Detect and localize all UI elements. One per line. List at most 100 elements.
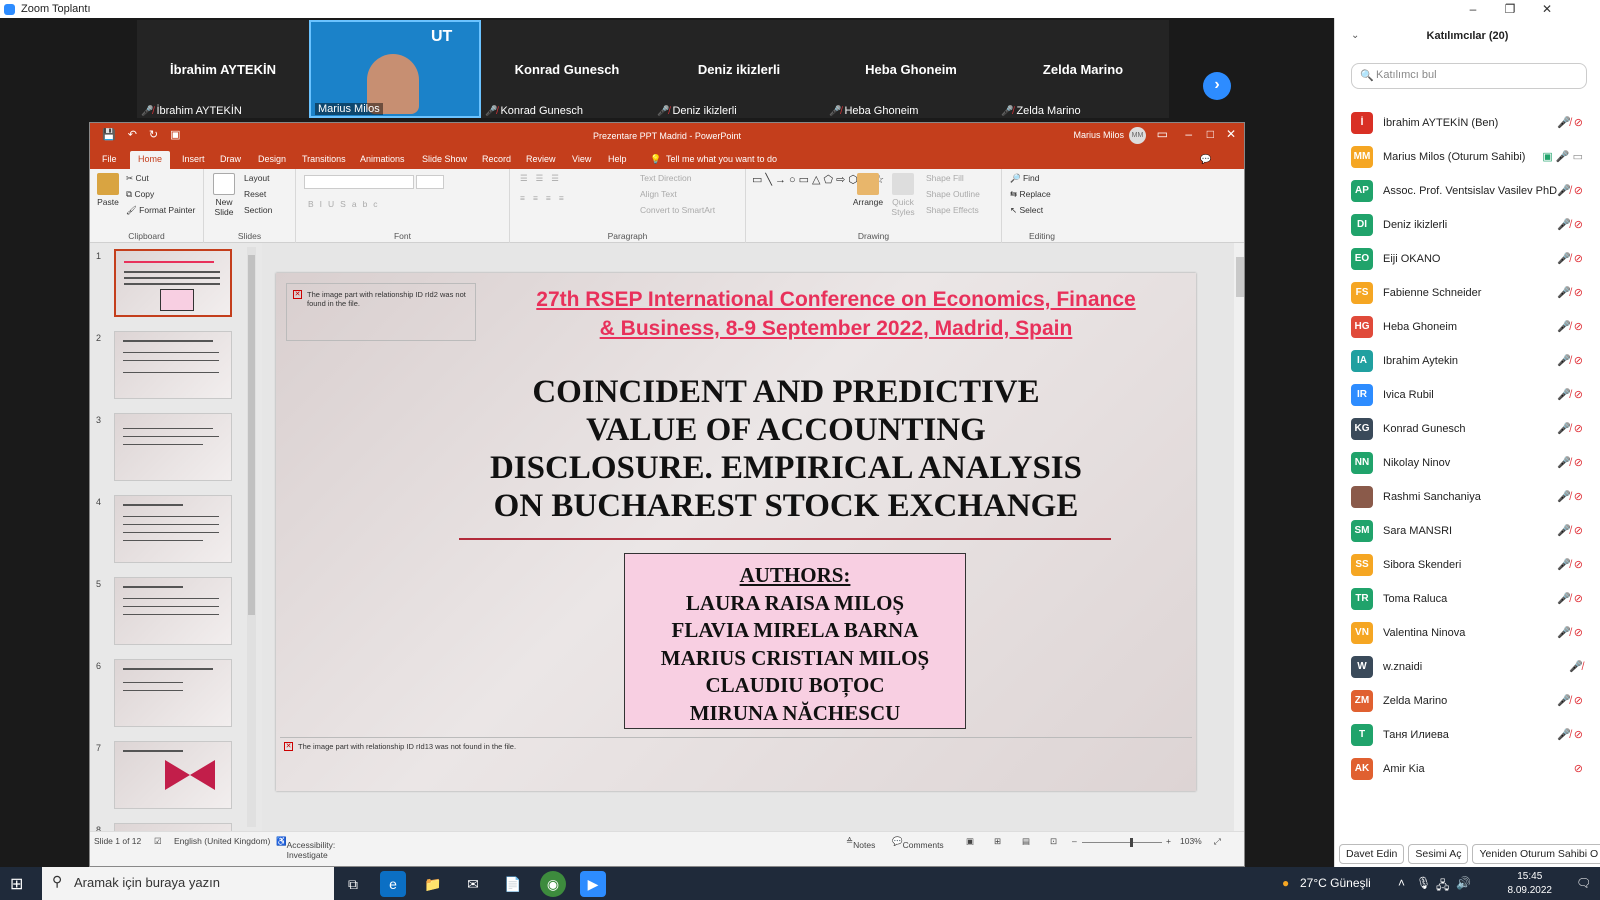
slide-thumbnail[interactable]: [114, 331, 232, 399]
participant-row[interactable]: SM Sara MANSRI 🎤̸ ⊘: [1351, 514, 1600, 548]
zoom-slider-thumb[interactable]: [1130, 838, 1133, 847]
weather-text[interactable]: 27°C Güneşli: [1300, 876, 1371, 890]
participant-row[interactable]: AK Amir Kia ⊘: [1351, 752, 1600, 786]
shape-effects-button[interactable]: Shape Effects: [926, 205, 979, 215]
participant-row[interactable]: IA Ibrahim Aytekin 🎤̸ ⊘: [1351, 344, 1600, 378]
participant-row[interactable]: İ İbrahim AYTEKİN (Ben) 🎤̸ ⊘: [1351, 106, 1600, 140]
participant-row[interactable]: Rashmi Sanchaniya 🎤̸ ⊘: [1351, 480, 1600, 514]
ppt-maximize-button[interactable]: □: [1207, 127, 1214, 141]
invite-button[interactable]: Davet Edin: [1339, 844, 1405, 864]
slide-thumbnail[interactable]: [114, 659, 232, 727]
task-view-icon[interactable]: ⧉: [340, 871, 366, 897]
video-tile-ibrahim[interactable]: İbrahim AYTEKİN 🎤̸ İbrahim AYTEKİN: [137, 20, 309, 118]
participant-row[interactable]: HG Heba Ghoneim 🎤̸ ⊘: [1351, 310, 1600, 344]
zoom-slider[interactable]: [1082, 838, 1162, 847]
reset-button[interactable]: Reset: [244, 189, 266, 199]
participant-row[interactable]: SS Sibora Skenderi 🎤̸ ⊘: [1351, 548, 1600, 582]
ppt-close-button[interactable]: ✕: [1226, 127, 1236, 141]
network-icon[interactable]: 🖧: [1436, 876, 1449, 897]
chrome-icon[interactable]: ◉: [540, 871, 566, 897]
tab-home[interactable]: Home: [130, 151, 171, 169]
ribbon-display-icon[interactable]: ▭: [1157, 127, 1168, 141]
notes-button[interactable]: ≙ Notes: [846, 836, 875, 850]
copy-button[interactable]: ⧉ Copy: [126, 189, 154, 200]
next-page-arrow-icon[interactable]: ›: [1203, 72, 1231, 100]
slide-thumbnail[interactable]: [114, 577, 232, 645]
participant-row[interactable]: TR Toma Raluca 🎤̸ ⊘: [1351, 582, 1600, 616]
participant-row[interactable]: T Таня Илиева 🎤̸ ⊘: [1351, 718, 1600, 752]
ppt-user-name[interactable]: Marius Milos: [1073, 130, 1124, 140]
arrange-button[interactable]: Arrange: [850, 173, 886, 207]
tab-file[interactable]: File: [102, 154, 117, 164]
paste-button[interactable]: Paste: [96, 173, 120, 207]
align-icons[interactable]: ≡≡≡≡: [520, 193, 572, 203]
minimize-button[interactable]: –: [1455, 0, 1491, 18]
microphone-icon[interactable]: 🎙: [1416, 876, 1431, 890]
video-tile-deniz[interactable]: Deniz ikizlerli 🎤̸ Deniz ikizlerli: [653, 20, 825, 118]
text-direction-button[interactable]: Text Direction: [640, 173, 692, 183]
tab-help[interactable]: Help: [608, 154, 627, 164]
slide-thumbnail[interactable]: [114, 495, 232, 563]
participant-row[interactable]: ZM Zelda Marino 🎤̸ ⊘: [1351, 684, 1600, 718]
quick-styles-button[interactable]: Quick Styles: [886, 173, 920, 217]
normal-view-icon[interactable]: ▣: [966, 836, 974, 847]
show-hidden-icon[interactable]: ˄: [1398, 876, 1405, 890]
broken-image-placeholder[interactable]: ✕ The image part with relationship ID rId…: [286, 283, 476, 341]
participant-row[interactable]: EO Eiji OKANO 🎤̸ ⊘: [1351, 242, 1600, 276]
participant-row[interactable]: Ww.znaidi 🎤̸: [1351, 650, 1600, 684]
font-size-box[interactable]: [416, 175, 444, 189]
zoom-level[interactable]: 103%: [1180, 836, 1202, 846]
comments-button[interactable]: 💬 Comments: [892, 836, 944, 850]
reading-view-icon[interactable]: ▤: [1022, 836, 1030, 847]
participant-row[interactable]: FS Fabienne Schneider 🎤̸ ⊘: [1351, 276, 1600, 310]
fit-slide-icon[interactable]: ⤢: [1214, 836, 1221, 847]
broken-image-placeholder[interactable]: ✕ The image part with relationship ID rId…: [280, 737, 1192, 791]
tab-review[interactable]: Review: [526, 154, 556, 164]
slide-1[interactable]: ✕ The image part with relationship ID rId…: [276, 273, 1196, 791]
shape-fill-button[interactable]: Shape Fill: [926, 173, 964, 183]
video-tile-marius[interactable]: UT Marius Milos: [309, 20, 481, 118]
spellcheck-icon[interactable]: ☑: [154, 836, 162, 847]
participant-row[interactable]: NN Nikolay Ninov 🎤̸ ⊘: [1351, 446, 1600, 480]
slide-thumbnail[interactable]: [114, 413, 232, 481]
slide-title[interactable]: COINCIDENT AND PREDICTIVE VALUE OF ACCOU…: [426, 373, 1146, 525]
accessibility-status[interactable]: ♿ Accessibility: Investigate: [276, 836, 335, 860]
slide-thumbnail[interactable]: [114, 249, 232, 317]
cut-button[interactable]: ✂ Cut: [126, 173, 149, 184]
close-button[interactable]: ✕: [1529, 0, 1565, 18]
find-button[interactable]: 🔎 Find: [1010, 173, 1040, 184]
notepad-icon[interactable]: 📄: [500, 871, 526, 897]
conference-title[interactable]: 27th RSEP International Conference on Ec…: [476, 285, 1196, 343]
font-format-icons[interactable]: BIUSabc: [308, 199, 384, 209]
slide-sorter-icon[interactable]: ⊞: [994, 836, 1001, 847]
restore-button[interactable]: ❐: [1492, 0, 1528, 18]
align-text-button[interactable]: Align Text: [640, 189, 677, 199]
slideshow-view-icon[interactable]: ⊡: [1050, 836, 1057, 847]
layout-button[interactable]: Layout: [244, 173, 270, 183]
format-painter-button[interactable]: 🖌 Format Painter: [126, 205, 195, 216]
video-tile-heba[interactable]: Heba Ghoneim 🎤̸ Heba Ghoneim: [825, 20, 997, 118]
participant-row[interactable]: VN Valentina Ninova 🎤̸ ⊘: [1351, 616, 1600, 650]
clock[interactable]: 15:45 8.09.2022: [1508, 870, 1553, 898]
language-indicator[interactable]: English (United Kingdom): [174, 836, 270, 846]
tab-record[interactable]: Record: [482, 154, 511, 164]
select-button[interactable]: ↖ Select: [1010, 205, 1043, 216]
volume-icon[interactable]: 🔊: [1456, 876, 1471, 890]
taskbar-search-box[interactable]: ⚲ Aramak için buraya yazın: [42, 867, 334, 900]
zoom-taskbar-icon[interactable]: ▶: [580, 871, 606, 897]
authors-box[interactable]: AUTHORS: LAURA RAISA MILOȘ FLAVIA MIRELA…: [624, 553, 966, 729]
weather-icon[interactable]: ●: [1282, 876, 1289, 890]
video-tile-zelda[interactable]: Zelda Marino 🎤̸ Zelda Marino: [997, 20, 1169, 118]
participant-row[interactable]: IR Ivica Rubil 🎤̸ ⊘: [1351, 378, 1600, 412]
list-icons[interactable]: ☰☰☰: [520, 173, 567, 184]
participant-row[interactable]: DI Deniz ikizlerli 🎤̸ ⊘: [1351, 208, 1600, 242]
convert-smartart-button[interactable]: Convert to SmartArt: [640, 205, 715, 215]
section-button[interactable]: Section: [244, 205, 272, 215]
tab-insert[interactable]: Insert: [182, 154, 205, 164]
slide-thumbnail[interactable]: [114, 741, 232, 809]
slide-thumbnail[interactable]: [114, 823, 232, 831]
tab-draw[interactable]: Draw: [220, 154, 241, 164]
reclaim-host-button[interactable]: Yeniden Oturum Sahibi O: [1472, 844, 1600, 864]
slide-scrollbar[interactable]: [1234, 243, 1244, 831]
tab-transitions[interactable]: Transitions: [302, 154, 346, 164]
